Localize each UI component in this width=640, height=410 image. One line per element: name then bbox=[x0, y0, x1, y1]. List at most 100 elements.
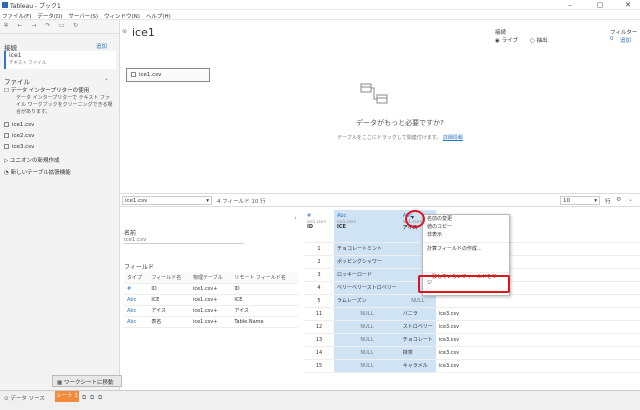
grid-col-header-id[interactable]: # ice1.csv+ ID bbox=[304, 210, 334, 243]
minimize-button[interactable]: – bbox=[560, 0, 580, 10]
name-field[interactable]: ice1.csv bbox=[124, 237, 244, 244]
datasource-tab[interactable]: ⊙ データ ソース bbox=[4, 394, 45, 402]
grid-cell: ice3.csv bbox=[435, 333, 476, 347]
table-row[interactable]: 12 NULL ストロベリー ice3.csv bbox=[304, 320, 640, 334]
type-cell[interactable]: Abc bbox=[124, 294, 149, 306]
file-label: ice3.csv bbox=[12, 144, 35, 150]
redo-icon[interactable]: ↷ bbox=[43, 22, 53, 32]
grid-col-header-ice[interactable]: Abc ice1.csv+ ICE bbox=[334, 210, 400, 243]
grid-cell: NULL bbox=[334, 333, 400, 347]
files-menu-icon[interactable]: ⌄ bbox=[104, 75, 109, 82]
menu-item-rename[interactable]: 名前の変更 bbox=[423, 215, 509, 223]
col-type[interactable]: タイプ bbox=[124, 272, 149, 284]
files-header: ファイル bbox=[4, 78, 30, 86]
options-chevron-icon[interactable]: ⌄ bbox=[628, 196, 633, 203]
csv-file-icon bbox=[4, 122, 9, 127]
grid-cell: キャラメル bbox=[399, 359, 436, 373]
new-table-extension-label: 新しいテーブル拡張機能 bbox=[10, 170, 71, 176]
col-physical-table[interactable]: 物理テーブル bbox=[189, 272, 232, 284]
maximize-button[interactable]: ▢ bbox=[590, 0, 610, 10]
menu-bar: ファイル(F) データ(D) サーバー(S) ウィンドウ(N) ヘルプ(H) bbox=[0, 10, 640, 20]
datasource-icon: ⊕ bbox=[122, 28, 128, 35]
back-icon[interactable]: ← bbox=[15, 22, 25, 32]
col-field-name[interactable]: フィールド名 bbox=[148, 272, 190, 284]
connection-name: ice1 bbox=[9, 52, 22, 59]
connection-live-radio[interactable]: ◉ ライブ bbox=[495, 36, 518, 44]
table-row[interactable]: 15 NULL キャラメル ice3.csv bbox=[304, 359, 640, 373]
grid-cell: NULL bbox=[334, 307, 400, 321]
table-row[interactable]: Abc アイス ice1.csv+ アイス bbox=[124, 305, 298, 317]
settings-gear-icon[interactable]: ⚙ bbox=[616, 196, 621, 203]
filter-count: 0 bbox=[610, 36, 614, 42]
learn-more-link[interactable]: 詳細情報 bbox=[443, 135, 463, 141]
save-icon[interactable]: ▭ bbox=[57, 22, 67, 32]
filter-label: フィルター bbox=[610, 30, 638, 36]
table-select-value: ice1.csv bbox=[125, 198, 148, 204]
grid-cell: ラムレーズン bbox=[334, 294, 400, 308]
grid-cell: ロッキーロード bbox=[334, 268, 400, 282]
column-dropdown-arrow-icon[interactable]: ▾ bbox=[411, 214, 414, 221]
connection-type: テキスト ファイル bbox=[9, 61, 47, 66]
table-row[interactable]: Abc ICE ice1.csv+ ICE bbox=[124, 294, 298, 306]
close-button[interactable]: ✕ bbox=[618, 0, 638, 10]
table-row[interactable]: 13 NULL チョコレート ice3.csv bbox=[304, 333, 640, 347]
menu-item-copy-values[interactable]: 値のコピー bbox=[423, 223, 509, 231]
new-union-item[interactable]: ▷ ユニオンの新規作成 bbox=[4, 156, 60, 164]
go-to-worksheet-button[interactable]: ▦ ワークシートに移動 bbox=[52, 375, 122, 387]
new-dashboard-icon[interactable]: ⧉ bbox=[90, 394, 94, 402]
grid-cell: 2 bbox=[304, 255, 334, 269]
name-label: 名前 bbox=[124, 230, 137, 237]
grid-cell: 3 bbox=[304, 268, 334, 282]
new-sheet-icon[interactable]: ⧉ bbox=[82, 394, 86, 402]
grid-cell: チョコレート bbox=[399, 333, 436, 347]
menu-item-hide[interactable]: 非表示 bbox=[423, 231, 509, 239]
canvas-prompt-desc: テーブルをここにドラッグして関連付けます。 詳細情報 bbox=[310, 134, 490, 141]
grid-filler bbox=[475, 333, 640, 347]
file-item[interactable]: ice2.csv bbox=[4, 133, 34, 139]
table-row[interactable]: 14 NULL 抹茶 ice3.csv bbox=[304, 346, 640, 360]
table-cell: ice1.csv+ bbox=[189, 316, 232, 328]
file-label: ice2.csv bbox=[12, 133, 35, 139]
new-table-extension-item[interactable]: ◔ 新しいテーブル拡張機能 bbox=[4, 168, 71, 176]
sheet-tab[interactable]: シート 1 bbox=[55, 391, 79, 402]
type-cell[interactable]: Abc bbox=[124, 305, 149, 317]
new-union-label: ユニオンの新規作成 bbox=[9, 158, 60, 164]
type-cell[interactable]: # bbox=[124, 283, 149, 295]
grid-filler bbox=[475, 320, 640, 334]
remote-cell: アイス bbox=[231, 305, 298, 317]
type-cell[interactable]: Abc bbox=[124, 316, 149, 328]
filter-add-link[interactable]: 追加 bbox=[620, 36, 631, 44]
new-story-icon[interactable]: ⧉ bbox=[98, 394, 102, 402]
collapse-left-icon[interactable]: ‹ bbox=[294, 214, 297, 222]
connection-extract-radio[interactable]: ○ 抽出 bbox=[530, 36, 548, 44]
table-select[interactable]: ice1.csv ▾ bbox=[122, 196, 212, 205]
table-row[interactable]: # ID ice1.csv+ ID bbox=[124, 283, 298, 295]
grid-cell: NULL bbox=[334, 346, 400, 360]
file-item[interactable]: ice1.csv bbox=[4, 122, 34, 128]
chevron-down-icon: ▾ bbox=[594, 198, 597, 204]
go-to-worksheet-label: ワークシートに移動 bbox=[63, 380, 114, 386]
forward-icon[interactable]: → bbox=[29, 22, 39, 32]
rows-select[interactable]: 10 ▾ bbox=[560, 196, 600, 205]
tableau-logo-icon[interactable]: ✲ bbox=[1, 22, 11, 32]
rows-value: 10 bbox=[563, 198, 570, 204]
title-bar: Tableau - ブック1 – ▢ ✕ bbox=[0, 0, 640, 10]
join-canvas: ⊕ ice1 接続 ◉ ライブ ○ 抽出 フィルター 0 追加 データがもっと必… bbox=[120, 20, 640, 190]
interpreter-option[interactable]: ☐ データ インタープリターの使用 bbox=[4, 86, 116, 94]
add-connection-link[interactable]: 追加 bbox=[96, 42, 107, 50]
worksheet-icon: ▦ bbox=[57, 380, 64, 386]
metadata-panel: ‹ 名前 ice1.csv フィールド タイプ フィールド名 物理テーブル リモ… bbox=[120, 210, 300, 390]
col-remote-field[interactable]: リモート フィールド名 bbox=[231, 272, 298, 284]
tableau-app-icon bbox=[2, 2, 8, 8]
refresh-icon[interactable]: ↻ bbox=[71, 22, 81, 32]
menu-item-create-calc[interactable]: 計算フィールドの作成... bbox=[423, 242, 509, 252]
connection-item[interactable]: ice1 テキスト ファイル bbox=[4, 51, 116, 69]
csv-file-icon bbox=[4, 144, 9, 149]
datasource-name[interactable]: ice1 bbox=[132, 26, 155, 39]
table-row[interactable]: 11 NULL バニラ ice3.csv bbox=[304, 307, 640, 321]
file-item[interactable]: ice3.csv bbox=[4, 144, 34, 150]
table-row[interactable]: Abc 表名 ice1.csv+ Table Name bbox=[124, 316, 298, 328]
grid-cell: バニラ bbox=[399, 307, 436, 321]
canvas-table-chip[interactable]: ice1.csv bbox=[126, 68, 210, 82]
grid-cell: 15 bbox=[304, 359, 334, 373]
